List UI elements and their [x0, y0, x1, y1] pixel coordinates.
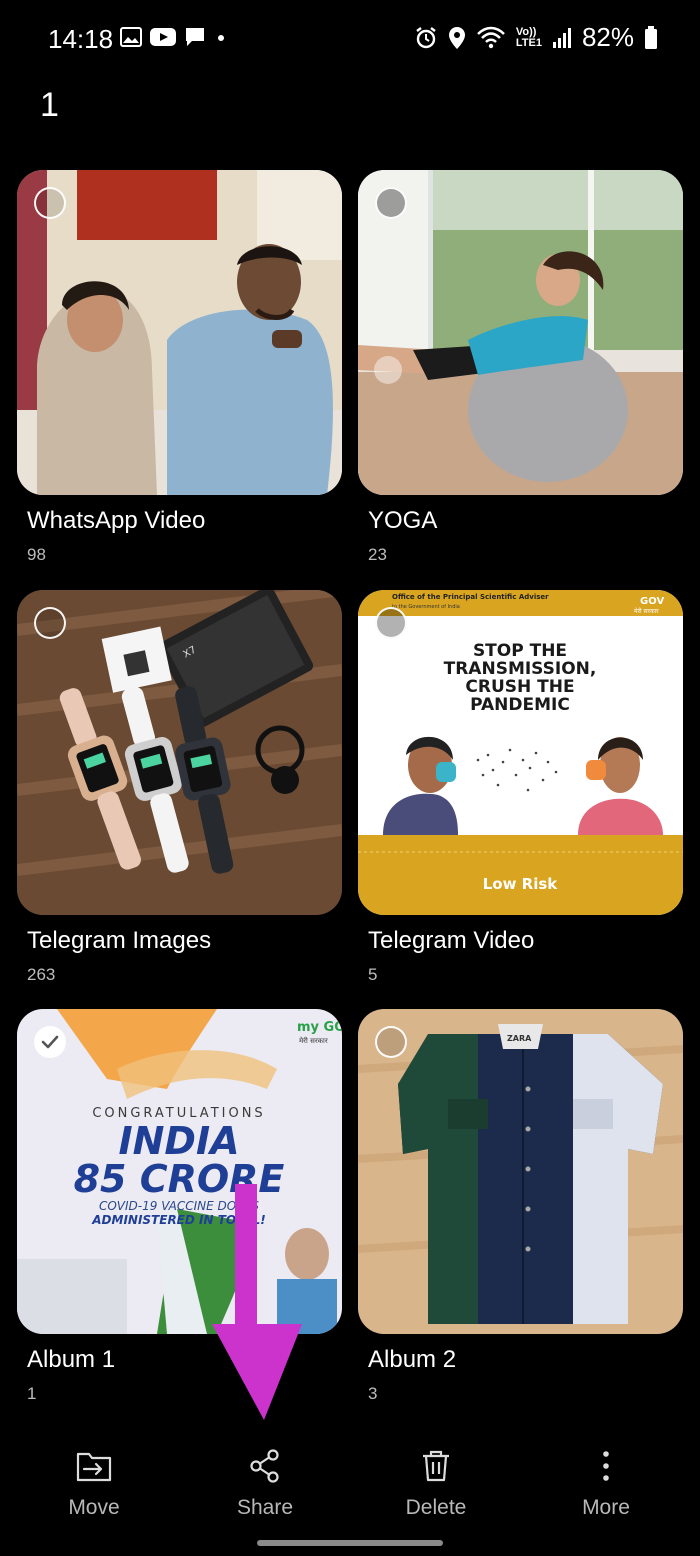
thumb-headline-4: PANDEMIC — [470, 695, 570, 715]
thumb-line3: 85 CRORE — [74, 1157, 285, 1201]
wifi-calling-icon — [476, 26, 505, 48]
thumb-mygov-logo: my GOV — [297, 1020, 342, 1035]
check-icon — [41, 1035, 59, 1049]
select-checkbox[interactable] — [375, 1026, 407, 1058]
thumbnail-image — [358, 170, 683, 495]
more-label: More — [582, 1496, 630, 1519]
delete-button[interactable]: Delete — [366, 1430, 506, 1530]
move-button[interactable]: Move — [24, 1430, 164, 1530]
more-button[interactable]: More — [536, 1430, 676, 1530]
album-telegram-images[interactable]: X7 Telegram Images 263 — [17, 590, 342, 985]
location-icon — [448, 26, 465, 49]
album-album-1[interactable]: my GOV मेरी सरकार CONGRATULATIONS INDIA … — [17, 1009, 342, 1404]
trash-icon — [423, 1450, 449, 1482]
status-time: 14:18 — [48, 24, 114, 54]
album-thumbnail[interactable]: Office of the Principal Scientific Advis… — [358, 590, 683, 915]
album-name: Telegram Images — [27, 927, 212, 954]
home-indicator[interactable] — [257, 1540, 443, 1546]
album-count: 5 — [368, 965, 378, 984]
alarm-icon — [416, 26, 436, 48]
album-album-2[interactable]: ZARA Album 2 3 — [358, 1009, 683, 1404]
bottom-action-bar: Move Share Delete More — [0, 1430, 700, 1530]
thumbnail-image: my GOV मेरी सरकार CONGRATULATIONS INDIA … — [17, 1009, 342, 1334]
thumb-line4: COVID-19 VACCINE DOSES — [99, 1199, 259, 1213]
album-thumbnail[interactable]: my GOV मेरी सरकार CONGRATULATIONS INDIA … — [17, 1009, 342, 1334]
volte-label: Vo)) — [515, 25, 537, 38]
more-vertical-icon — [603, 1451, 609, 1481]
thumbnail-image: ZARA — [358, 1009, 683, 1334]
select-checkbox[interactable] — [375, 607, 407, 639]
thumb-gov-logo: GOV — [640, 596, 664, 607]
album-whatsapp-video[interactable]: WhatsApp Video 98 — [17, 170, 342, 565]
thumb-footer: Low Risk — [483, 875, 559, 893]
album-name: Album 2 — [368, 1346, 457, 1373]
album-count: 263 — [27, 965, 56, 984]
album-name: YOGA — [368, 507, 438, 534]
volte-lte-icon: Vo)) LTE1 — [515, 25, 542, 49]
dot-icon — [218, 35, 224, 41]
thumb-tag-label: ZARA — [507, 1034, 532, 1043]
album-thumbnail[interactable] — [358, 170, 683, 495]
notification-icons — [120, 26, 228, 48]
move-label: Move — [68, 1496, 120, 1519]
thumb-headline-1: STOP THE — [473, 641, 567, 661]
thumbnail-image: X7 — [17, 590, 342, 915]
delete-label: Delete — [405, 1496, 467, 1519]
selected-count: 1 — [40, 86, 59, 124]
album-yoga[interactable]: YOGA 23 — [358, 170, 683, 565]
thumbnail-image: Office of the Principal Scientific Advis… — [358, 590, 683, 915]
lte-label: LTE1 — [515, 36, 542, 49]
thumb-header-sub: to the Government of India — [392, 604, 460, 610]
share-button[interactable]: Share — [195, 1430, 335, 1530]
album-telegram-video[interactable]: Office of the Principal Scientific Advis… — [358, 590, 683, 985]
thumb-line5: ADMINISTERED IN TOTAL! — [91, 1213, 266, 1227]
album-name: WhatsApp Video — [27, 507, 206, 534]
album-thumbnail[interactable]: X7 — [17, 590, 342, 915]
thumb-headline-3: CRUSH THE — [465, 677, 574, 697]
status-right-icons: Vo)) LTE1 82% — [414, 22, 658, 53]
status-bar: 14:18 Vo)) LTE1 82% — [0, 0, 700, 80]
select-checkbox[interactable] — [34, 187, 66, 219]
share-icon — [250, 1449, 279, 1483]
album-thumbnail[interactable]: ZARA — [358, 1009, 683, 1334]
thumbnail-image — [17, 170, 342, 495]
share-label: Share — [236, 1496, 294, 1519]
album-name: Album 1 — [27, 1346, 116, 1373]
youtube-notification-icon — [150, 28, 176, 46]
album-name: Telegram Video — [368, 927, 535, 954]
signal-icon — [552, 27, 571, 48]
select-checkbox[interactable] — [34, 607, 66, 639]
album-count: 1 — [27, 1384, 37, 1403]
select-checkbox[interactable] — [375, 187, 407, 219]
select-checkbox-checked[interactable] — [34, 1026, 66, 1058]
thumb-headline-2: TRANSMISSION, — [444, 659, 597, 679]
thumb-header: Office of the Principal Scientific Advis… — [392, 593, 549, 601]
gallery-notification-icon — [120, 27, 142, 47]
message-notification-icon — [186, 28, 204, 46]
battery-icon — [645, 25, 657, 49]
album-count: 3 — [368, 1384, 378, 1403]
move-icon — [76, 1452, 112, 1482]
album-count: 23 — [368, 545, 387, 564]
album-thumbnail[interactable] — [17, 170, 342, 495]
album-count: 98 — [27, 545, 46, 564]
battery-percent: 82% — [581, 22, 634, 52]
gallery-album-selection-screen: 14:18 Vo)) LTE1 82% 1 WhatsApp Video 98 … — [0, 0, 700, 1556]
thumb-gov-logo-sub: मेरी सरकार — [634, 607, 659, 615]
thumb-mygov-logo-sub: मेरी सरकार — [299, 1036, 328, 1045]
